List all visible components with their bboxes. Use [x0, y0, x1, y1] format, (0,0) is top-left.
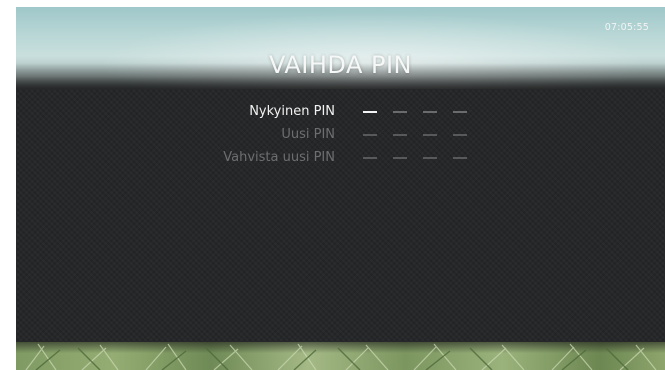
confirm-pin-label: Vahvista uusi PIN [223, 150, 335, 165]
pin-change-panel: Nykyinen PIN Uusi PIN Vahvista uusi PIN [16, 89, 665, 342]
pin-digit-slot-2 [393, 157, 407, 159]
pin-digit-slot-3 [423, 134, 437, 136]
new-pin-label: Uusi PIN [281, 127, 335, 142]
background-photo-grass [16, 342, 665, 370]
pin-digit-slot-1 [363, 157, 377, 159]
current-pin-row[interactable]: Nykyinen PIN [16, 102, 665, 122]
pin-digit-slot-2 [393, 134, 407, 136]
current-pin-label: Nykyinen PIN [249, 104, 335, 119]
pin-digit-slot-1 [363, 111, 377, 113]
pin-digit-slot-3 [423, 157, 437, 159]
tv-screen: 07:05:55 VAIHDA PIN Nykyinen PIN Uusi PI… [16, 7, 665, 370]
pin-digit-slot-2 [393, 111, 407, 113]
new-pin-row[interactable]: Uusi PIN [16, 125, 665, 145]
pin-digit-slot-4 [453, 111, 467, 113]
clock: 07:05:55 [604, 22, 649, 33]
pin-digit-slot-4 [453, 157, 467, 159]
page-title: VAIHDA PIN [268, 51, 413, 79]
pin-digit-slot-3 [423, 111, 437, 113]
pin-digit-slot-1 [363, 134, 377, 136]
pin-digit-slot-4 [453, 134, 467, 136]
grass-blades-decoration [25, 343, 657, 370]
confirm-pin-row[interactable]: Vahvista uusi PIN [16, 148, 665, 168]
